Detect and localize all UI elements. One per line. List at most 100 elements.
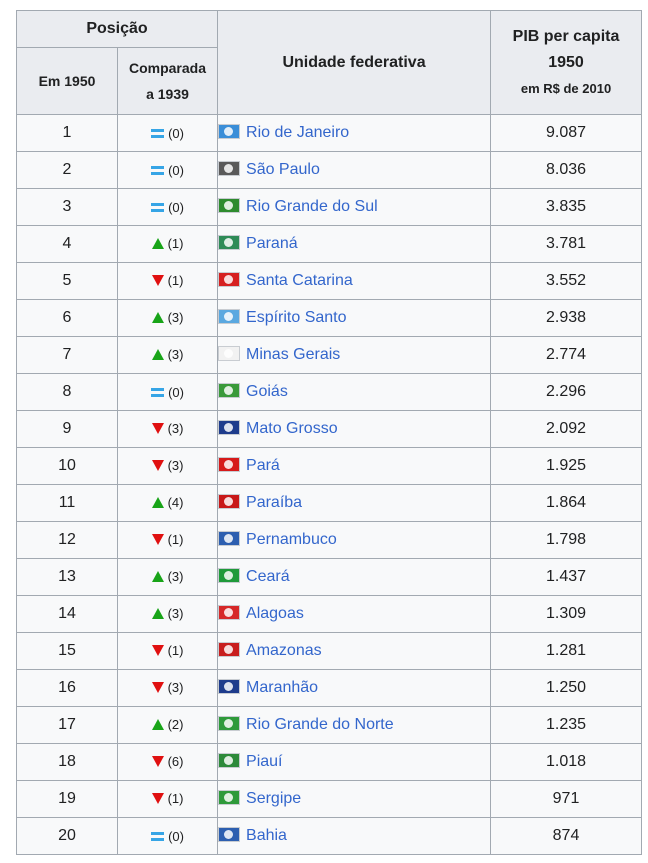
state-flag-icon[interactable] (218, 124, 241, 139)
rank-cell: 18 (16, 743, 118, 781)
table-row: 14 (3) Alagoas 1.309 (16, 595, 643, 633)
state-link[interactable]: Espírito Santo (246, 309, 347, 326)
state-link[interactable]: Ceará (246, 568, 290, 585)
change-indicator: (4) (151, 495, 183, 510)
table-row: 1 (0) Rio de Janeiro 9.087 (16, 114, 643, 152)
state-link[interactable]: Amazonas (246, 642, 322, 659)
state-link[interactable]: Pará (246, 457, 280, 474)
change-cell: (4) (116, 484, 219, 522)
state-flag-icon[interactable] (218, 716, 241, 731)
rank-cell: 6 (16, 299, 118, 337)
state-link[interactable]: Santa Catarina (246, 272, 353, 289)
state-link[interactable]: Maranhão (246, 679, 318, 696)
change-cell: (2) (116, 706, 219, 744)
state-cell: Paraná (217, 225, 492, 263)
flag-emblem-icon (224, 756, 234, 765)
state-flag-icon[interactable] (218, 309, 241, 324)
table-row: 16 (3) Maranhão 1.250 (16, 669, 643, 707)
flag-emblem-icon (224, 201, 234, 210)
table-row: 18 (6) Piauí 1.018 (16, 743, 643, 781)
change-cell: (1) (116, 632, 219, 670)
state-flag-icon[interactable] (218, 272, 241, 287)
change-cell: (3) (116, 299, 219, 337)
state-link[interactable]: Minas Gerais (246, 346, 340, 363)
state-link[interactable]: Rio Grande do Sul (246, 198, 378, 215)
change-cell: (0) (116, 114, 219, 152)
rank-cell: 8 (16, 373, 118, 411)
flag-emblem-icon (224, 497, 234, 506)
state-cell: Pernambuco (217, 521, 492, 559)
state-flag-icon[interactable] (218, 161, 241, 176)
gdp-cell: 1.437 (490, 558, 643, 596)
change-value: (0) (168, 162, 184, 178)
state-flag-icon[interactable] (218, 235, 241, 250)
gdp-cell: 1.018 (490, 743, 643, 781)
state-flag-icon[interactable] (218, 568, 241, 583)
gdp-cell: 3.552 (490, 262, 643, 300)
state-flag-icon[interactable] (218, 753, 241, 768)
rank-cell: 7 (16, 336, 118, 374)
table-row: 15 (1) Amazonas 1.281 (16, 632, 643, 670)
state-flag-icon[interactable] (218, 605, 241, 620)
state-link[interactable]: Paraíba (246, 494, 302, 511)
state-flag-icon[interactable] (218, 198, 241, 213)
gdp-cell: 1.235 (490, 706, 643, 744)
flag-emblem-icon (224, 275, 234, 284)
state-flag-icon[interactable] (218, 457, 241, 472)
decrease-icon (151, 534, 164, 545)
change-indicator: (6) (151, 754, 183, 769)
state-flag-icon[interactable] (218, 790, 241, 805)
state-link[interactable]: Mato Grosso (246, 420, 338, 437)
change-value: (3) (167, 310, 184, 325)
state-flag-icon[interactable] (218, 383, 241, 398)
state-link[interactable]: Rio de Janeiro (246, 124, 349, 141)
table-row: 4 (1) Paraná 3.781 (16, 225, 643, 263)
table-row: 11 (4) Paraíba 1.864 (16, 484, 643, 522)
state-link[interactable]: Goiás (246, 383, 288, 400)
state-link[interactable]: Paraná (246, 235, 298, 252)
change-indicator: (1) (151, 791, 183, 806)
rank-cell: 10 (16, 447, 118, 485)
change-cell: (1) (116, 780, 219, 818)
flag-emblem-icon (224, 312, 234, 321)
in-1950-header: Em 1950 (16, 47, 118, 115)
change-value: (0) (168, 828, 184, 844)
rank-cell: 5 (16, 262, 118, 300)
state-flag-icon[interactable] (218, 494, 241, 509)
state-link[interactable]: Bahia (246, 827, 287, 844)
change-value: (3) (167, 421, 184, 436)
state-link[interactable]: Sergipe (246, 790, 301, 807)
gdp-cell: 3.835 (490, 188, 643, 226)
flag-emblem-icon (224, 386, 234, 395)
state-flag-icon[interactable] (218, 531, 241, 546)
change-cell: (0) (116, 373, 219, 411)
state-cell: Amazonas (217, 632, 492, 670)
increase-icon (151, 349, 164, 360)
rank-cell: 20 (16, 817, 118, 855)
state-cell: Rio de Janeiro (217, 114, 492, 152)
state-cell: Sergipe (217, 780, 492, 818)
flag-emblem-icon (224, 645, 234, 654)
steady-icon (151, 387, 165, 397)
change-cell: (3) (116, 447, 219, 485)
change-value: (1) (167, 236, 184, 251)
state-link[interactable]: São Paulo (246, 161, 320, 178)
state-flag-icon[interactable] (218, 346, 241, 361)
flag-emblem-icon (224, 127, 234, 136)
compared-header-line2: a 1939 (146, 86, 189, 102)
state-flag-icon[interactable] (218, 420, 241, 435)
flag-emblem-icon (224, 608, 234, 617)
change-value: (1) (167, 273, 184, 288)
table-row: 5 (1) Santa Catarina 3.552 (16, 262, 643, 300)
table-row: 13 (3) Ceará 1.437 (16, 558, 643, 596)
state-flag-icon[interactable] (218, 679, 241, 694)
state-link[interactable]: Pernambuco (246, 531, 337, 548)
federal-unit-header: Unidade federativa (217, 10, 492, 115)
state-flag-icon[interactable] (218, 642, 241, 657)
state-flag-icon[interactable] (218, 827, 241, 842)
state-link[interactable]: Rio Grande do Norte (246, 716, 394, 733)
state-link[interactable]: Piauí (246, 753, 282, 770)
state-link[interactable]: Alagoas (246, 605, 304, 622)
rank-cell: 16 (16, 669, 118, 707)
flag-emblem-icon (224, 719, 234, 728)
